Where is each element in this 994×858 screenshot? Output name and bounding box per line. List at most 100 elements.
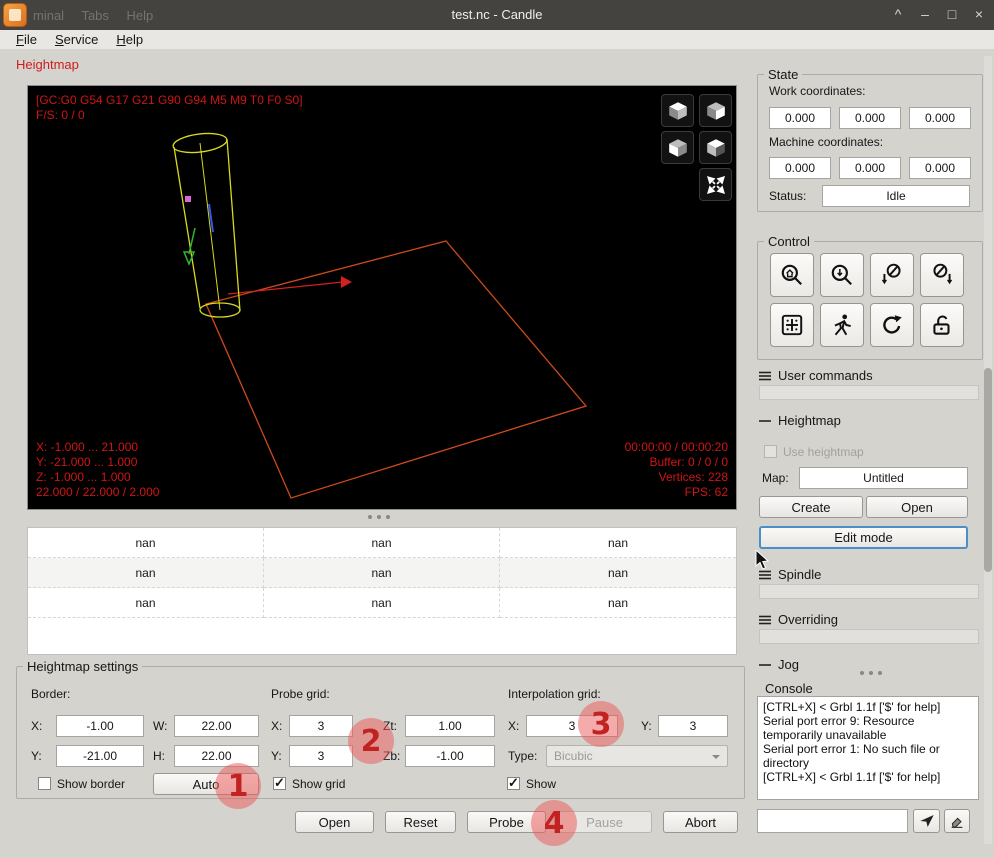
section-overriding[interactable]: Overriding	[759, 612, 838, 627]
table-cell: nan	[500, 528, 736, 558]
show-border-checkbox[interactable]	[38, 777, 51, 790]
probe-grid-section-label: Probe grid:	[271, 687, 330, 701]
create-button[interactable]: Create	[759, 496, 863, 518]
machine-y-field	[839, 157, 901, 179]
interp-type-value: Bicubic	[554, 749, 593, 763]
border-y-label: Y:	[31, 749, 42, 763]
close-button[interactable]: ×	[972, 6, 986, 22]
probe-x-field[interactable]	[289, 715, 353, 737]
group-title: Heightmap settings	[23, 659, 143, 674]
unlock-icon	[933, 315, 950, 335]
fit-view-button[interactable]	[699, 168, 732, 201]
menu-help[interactable]: Help	[116, 30, 143, 49]
panel-splitter-handle[interactable]	[860, 671, 882, 675]
user-commands-bar	[759, 385, 979, 400]
zero-xy-button[interactable]	[870, 253, 914, 297]
table-cell: nan	[28, 558, 264, 588]
zero-z-button[interactable]	[920, 253, 964, 297]
view-side-button[interactable]	[699, 131, 732, 164]
work-x-field	[769, 107, 831, 129]
border-w-label: W:	[153, 719, 168, 733]
z-probe-button[interactable]	[820, 253, 864, 297]
show-interpolation-label: Show	[526, 777, 557, 791]
view-top-button[interactable]	[661, 94, 694, 127]
probe-search-icon	[831, 264, 852, 285]
show-border-label: Show border	[57, 777, 126, 791]
reset-icon	[883, 315, 902, 334]
annotation-marker-2: 2	[348, 718, 394, 764]
show-grid-checkbox[interactable]	[273, 775, 286, 791]
home-search-icon	[781, 264, 802, 285]
home-button[interactable]	[770, 253, 814, 297]
unlock-button[interactable]	[920, 303, 964, 347]
maximize-button[interactable]: □	[945, 6, 959, 22]
machine-coordinates-label: Machine coordinates:	[769, 135, 884, 149]
menu-service[interactable]: Service	[55, 30, 98, 49]
panel-scrollbar[interactable]	[984, 56, 992, 844]
section-label: Heightmap	[778, 413, 841, 428]
spindle-bar	[759, 584, 979, 599]
scrollbar-thumb[interactable]	[984, 368, 992, 572]
section-heightmap[interactable]: Heightmap	[759, 413, 841, 428]
border-y-field[interactable]	[56, 745, 144, 767]
table-cell: nan	[264, 558, 500, 588]
map-name-field[interactable]	[799, 467, 968, 489]
eraser-icon	[951, 817, 963, 828]
abort-button[interactable]: Abort	[663, 811, 738, 833]
edit-mode-button[interactable]: Edit mode	[759, 526, 968, 549]
status-label: Status:	[769, 189, 807, 203]
open-heightmap-button[interactable]: Open	[866, 496, 968, 518]
probe-y-field[interactable]	[289, 745, 353, 767]
safe-position-button[interactable]	[820, 303, 864, 347]
probe-x-label: X:	[271, 719, 283, 733]
window-title: test.nc - Candle	[451, 7, 543, 22]
border-x-field[interactable]	[56, 715, 144, 737]
open-button[interactable]: Open	[295, 811, 374, 833]
send-command-button[interactable]	[913, 809, 940, 833]
restore-origin-button[interactable]	[770, 303, 814, 347]
table-cell: nan	[500, 588, 736, 618]
interp-y-field[interactable]	[658, 715, 728, 737]
hamburger-icon	[759, 570, 771, 579]
table-cell: nan	[264, 588, 500, 618]
view-front-button[interactable]	[661, 131, 694, 164]
clear-console-button[interactable]	[944, 809, 970, 833]
time-text: 00:00:00 / 00:00:20	[624, 440, 728, 454]
origin-icon	[781, 314, 803, 336]
state-group: State Work coordinates: Machine coordina…	[757, 67, 983, 212]
shade-button[interactable]: ^	[891, 6, 905, 22]
annotation-marker-4: 4	[531, 800, 577, 846]
heightmap-values-table: nan nan nan nan nan nan nan nan nan	[27, 527, 737, 655]
interp-type-select[interactable]: Bicubic	[546, 745, 728, 767]
console-output[interactable]: [CTRL+X] < Grbl 1.1f ['$' for help] Seri…	[757, 696, 979, 800]
cube-icon	[668, 101, 687, 120]
probe-y-label: Y:	[271, 749, 282, 763]
splitter-handle[interactable]	[368, 515, 390, 519]
table-cell: nan	[28, 528, 264, 558]
section-user-commands[interactable]: User commands	[759, 368, 873, 383]
title-bar[interactable]: minal Tabs Help test.nc - Candle ^ – □ ×	[0, 0, 994, 30]
section-label: User commands	[778, 368, 873, 383]
range-y-text: Y: -21.000 ... 1.000	[36, 455, 138, 469]
reset-button[interactable]: Reset	[385, 811, 456, 833]
heightmap-tab-label: Heightmap	[16, 57, 79, 72]
view-isometric-button[interactable]	[699, 94, 732, 127]
table-cell: nan	[264, 528, 500, 558]
gcode-3d-viewport[interactable]: [GC:G0 G54 G17 G21 G90 G94 M5 M9 T0 F0 S…	[27, 85, 737, 510]
minimize-button[interactable]: –	[918, 6, 932, 22]
probe-zt-field[interactable]	[405, 715, 495, 737]
console-line: [CTRL+X] < Grbl 1.1f ['$' for help]	[763, 700, 941, 714]
use-heightmap-checkbox	[764, 445, 777, 458]
vertices-text: Vertices: 228	[658, 470, 728, 484]
section-jog[interactable]: Jog	[759, 657, 799, 672]
show-interpolation-checkbox[interactable]	[507, 775, 520, 791]
border-w-field[interactable]	[174, 715, 259, 737]
paper-plane-icon	[919, 815, 934, 827]
menu-file[interactable]: File	[16, 30, 37, 49]
probe-zb-field[interactable]	[405, 745, 495, 767]
gcode-state-text: [GC:G0 G54 G17 G21 G90 G94 M5 M9 T0 F0 S…	[36, 93, 303, 107]
command-input[interactable]	[757, 809, 908, 833]
machine-x-field	[769, 157, 831, 179]
reset-button-control[interactable]	[870, 303, 914, 347]
expand-icon	[706, 175, 725, 194]
